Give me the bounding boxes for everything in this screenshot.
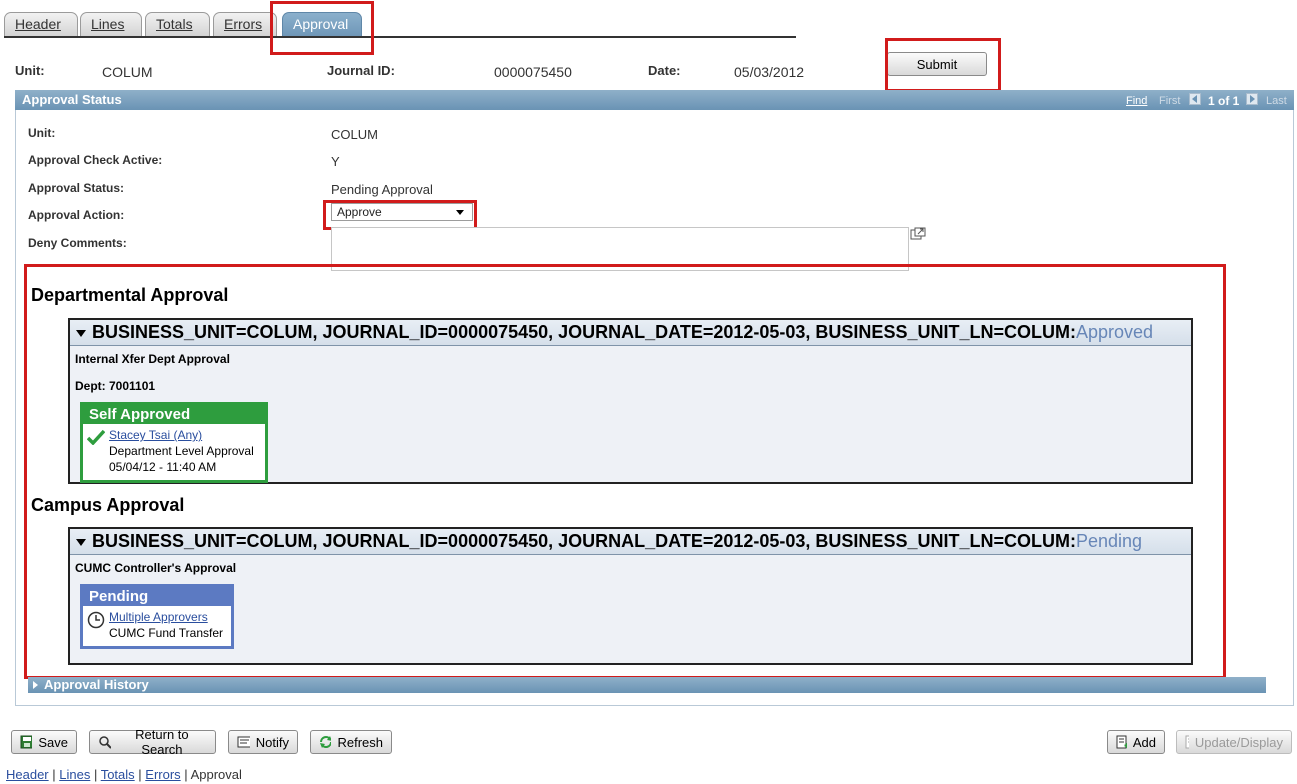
checkmark-icon — [86, 429, 106, 449]
refresh-button[interactable]: Refresh — [310, 730, 392, 754]
prev-arrow-icon[interactable] — [1189, 93, 1201, 105]
date-value: 05/03/2012 — [734, 64, 805, 80]
self-approved-card: Self Approved Stacey Tsai (Any) Departme… — [80, 402, 268, 483]
link-lines[interactable]: Lines — [59, 767, 90, 782]
expand-triangle-icon[interactable] — [33, 681, 38, 689]
link-totals[interactable]: Totals — [101, 767, 135, 782]
deny-comments-input[interactable] — [331, 227, 909, 271]
multiple-approvers-link[interactable]: Multiple Approvers — [109, 610, 208, 624]
tab-lines[interactable]: Lines — [80, 12, 142, 36]
nav-last: Last — [1266, 95, 1287, 107]
approval-timestamp: 05/04/12 - 11:40 AM — [109, 460, 217, 474]
collapse-triangle-icon[interactable] — [76, 539, 86, 546]
journal-id-value: 0000075450 — [494, 64, 572, 80]
link-header[interactable]: Header — [6, 767, 49, 782]
approval-history-bar[interactable]: Approval History — [28, 677, 1266, 693]
save-icon — [20, 735, 33, 749]
campus-header-text: BUSINESS_UNIT=COLUM, JOURNAL_ID=00000754… — [92, 531, 1076, 551]
notify-icon — [237, 736, 250, 748]
campus-stage-name: CUMC Controller's Approval — [75, 561, 237, 575]
pending-status: Pending — [83, 587, 231, 606]
add-label: Add — [1132, 734, 1156, 750]
pending-role: CUMC Fund Transfer — [109, 626, 224, 640]
return-label: Return to Search — [135, 727, 189, 757]
approval-check-value: Y — [331, 154, 340, 169]
approval-action-value: Approve — [337, 205, 382, 219]
chevron-down-icon — [456, 210, 464, 215]
unit-label: Unit: — [15, 63, 45, 78]
approval-status-title: Approval Status — [22, 92, 122, 107]
next-arrow-icon[interactable] — [1246, 93, 1258, 105]
journal-id-label: Journal ID: — [327, 63, 395, 78]
save-label: Save — [38, 734, 68, 750]
approval-status-bar: Approval Status — [15, 90, 1294, 110]
campus-header-status: Pending — [1075, 531, 1143, 551]
tab-divider — [4, 36, 796, 38]
add-button[interactable]: Add — [1107, 730, 1165, 754]
expand-icon[interactable] — [910, 227, 926, 241]
approval-check-label: Approval Check Active: — [28, 153, 163, 167]
clock-icon — [87, 611, 105, 633]
approval-status-value: Pending Approval — [331, 182, 433, 197]
nav-count: 1 of 1 — [1208, 94, 1240, 108]
pending-card: Pending Multiple Approvers CUMC Fund Tra… — [80, 584, 234, 649]
nav-first: First — [1159, 95, 1181, 107]
refresh-icon — [320, 736, 332, 748]
notify-label: Notify — [255, 734, 289, 750]
search-icon — [99, 736, 111, 749]
tab-approval[interactable]: Approval — [282, 12, 362, 36]
update-display-button[interactable]: Update/Display — [1176, 730, 1292, 754]
deny-comments-label: Deny Comments: — [28, 236, 127, 250]
approver-role: Department Level Approval — [109, 444, 254, 458]
collapse-triangle-icon[interactable] — [76, 330, 86, 337]
notify-button[interactable]: Notify — [228, 730, 298, 754]
tab-errors[interactable]: Errors — [213, 12, 277, 36]
departmental-dept: Dept: 7001101 — [75, 379, 156, 393]
approval-action-select[interactable]: Approve — [331, 203, 473, 221]
link-approval-current: Approval — [190, 767, 242, 782]
departmental-header-text: BUSINESS_UNIT=COLUM, JOURNAL_ID=00000754… — [92, 322, 1076, 342]
bottom-tab-links: Header | Lines | Totals | Errors | Appro… — [6, 767, 242, 782]
return-to-search-button[interactable]: Return to Search — [89, 727, 216, 757]
departmental-approval-title: Departmental Approval — [31, 285, 229, 305]
date-label: Date: — [648, 63, 681, 78]
self-approved-status: Self Approved — [83, 405, 265, 424]
save-button[interactable]: Save — [11, 730, 77, 754]
approval-action-label: Approval Action: — [28, 208, 125, 222]
campus-approval-title: Campus Approval — [31, 495, 185, 515]
approval-history-title: Approval History — [44, 677, 149, 692]
approval-status-label: Approval Status: — [28, 181, 125, 195]
departmental-stage-name: Internal Xfer Dept Approval — [75, 352, 230, 366]
departmental-approval-box: BUSINESS_UNIT=COLUM, JOURNAL_ID=00000754… — [68, 318, 1193, 484]
link-errors[interactable]: Errors — [145, 767, 180, 782]
submit-button[interactable]: Submit — [887, 52, 987, 76]
update-display-icon — [1185, 735, 1189, 749]
campus-header[interactable]: BUSINESS_UNIT=COLUM, JOURNAL_ID=00000754… — [70, 529, 1191, 555]
add-icon — [1116, 735, 1127, 749]
as-unit-label: Unit: — [28, 126, 56, 140]
unit-value: COLUM — [102, 64, 153, 80]
as-unit-value: COLUM — [331, 127, 378, 142]
campus-approval-box: BUSINESS_UNIT=COLUM, JOURNAL_ID=00000754… — [68, 527, 1193, 665]
approver-link-stacey[interactable]: Stacey Tsai (Any) — [109, 428, 202, 442]
tab-totals[interactable]: Totals — [145, 12, 210, 36]
nav-find-link[interactable]: Find — [1126, 95, 1147, 107]
refresh-label: Refresh — [337, 734, 383, 750]
tab-header[interactable]: Header — [4, 12, 78, 36]
departmental-header-status: Approved — [1075, 322, 1154, 342]
update-display-label: Update/Display — [1194, 734, 1283, 750]
departmental-header[interactable]: BUSINESS_UNIT=COLUM, JOURNAL_ID=00000754… — [70, 320, 1191, 346]
